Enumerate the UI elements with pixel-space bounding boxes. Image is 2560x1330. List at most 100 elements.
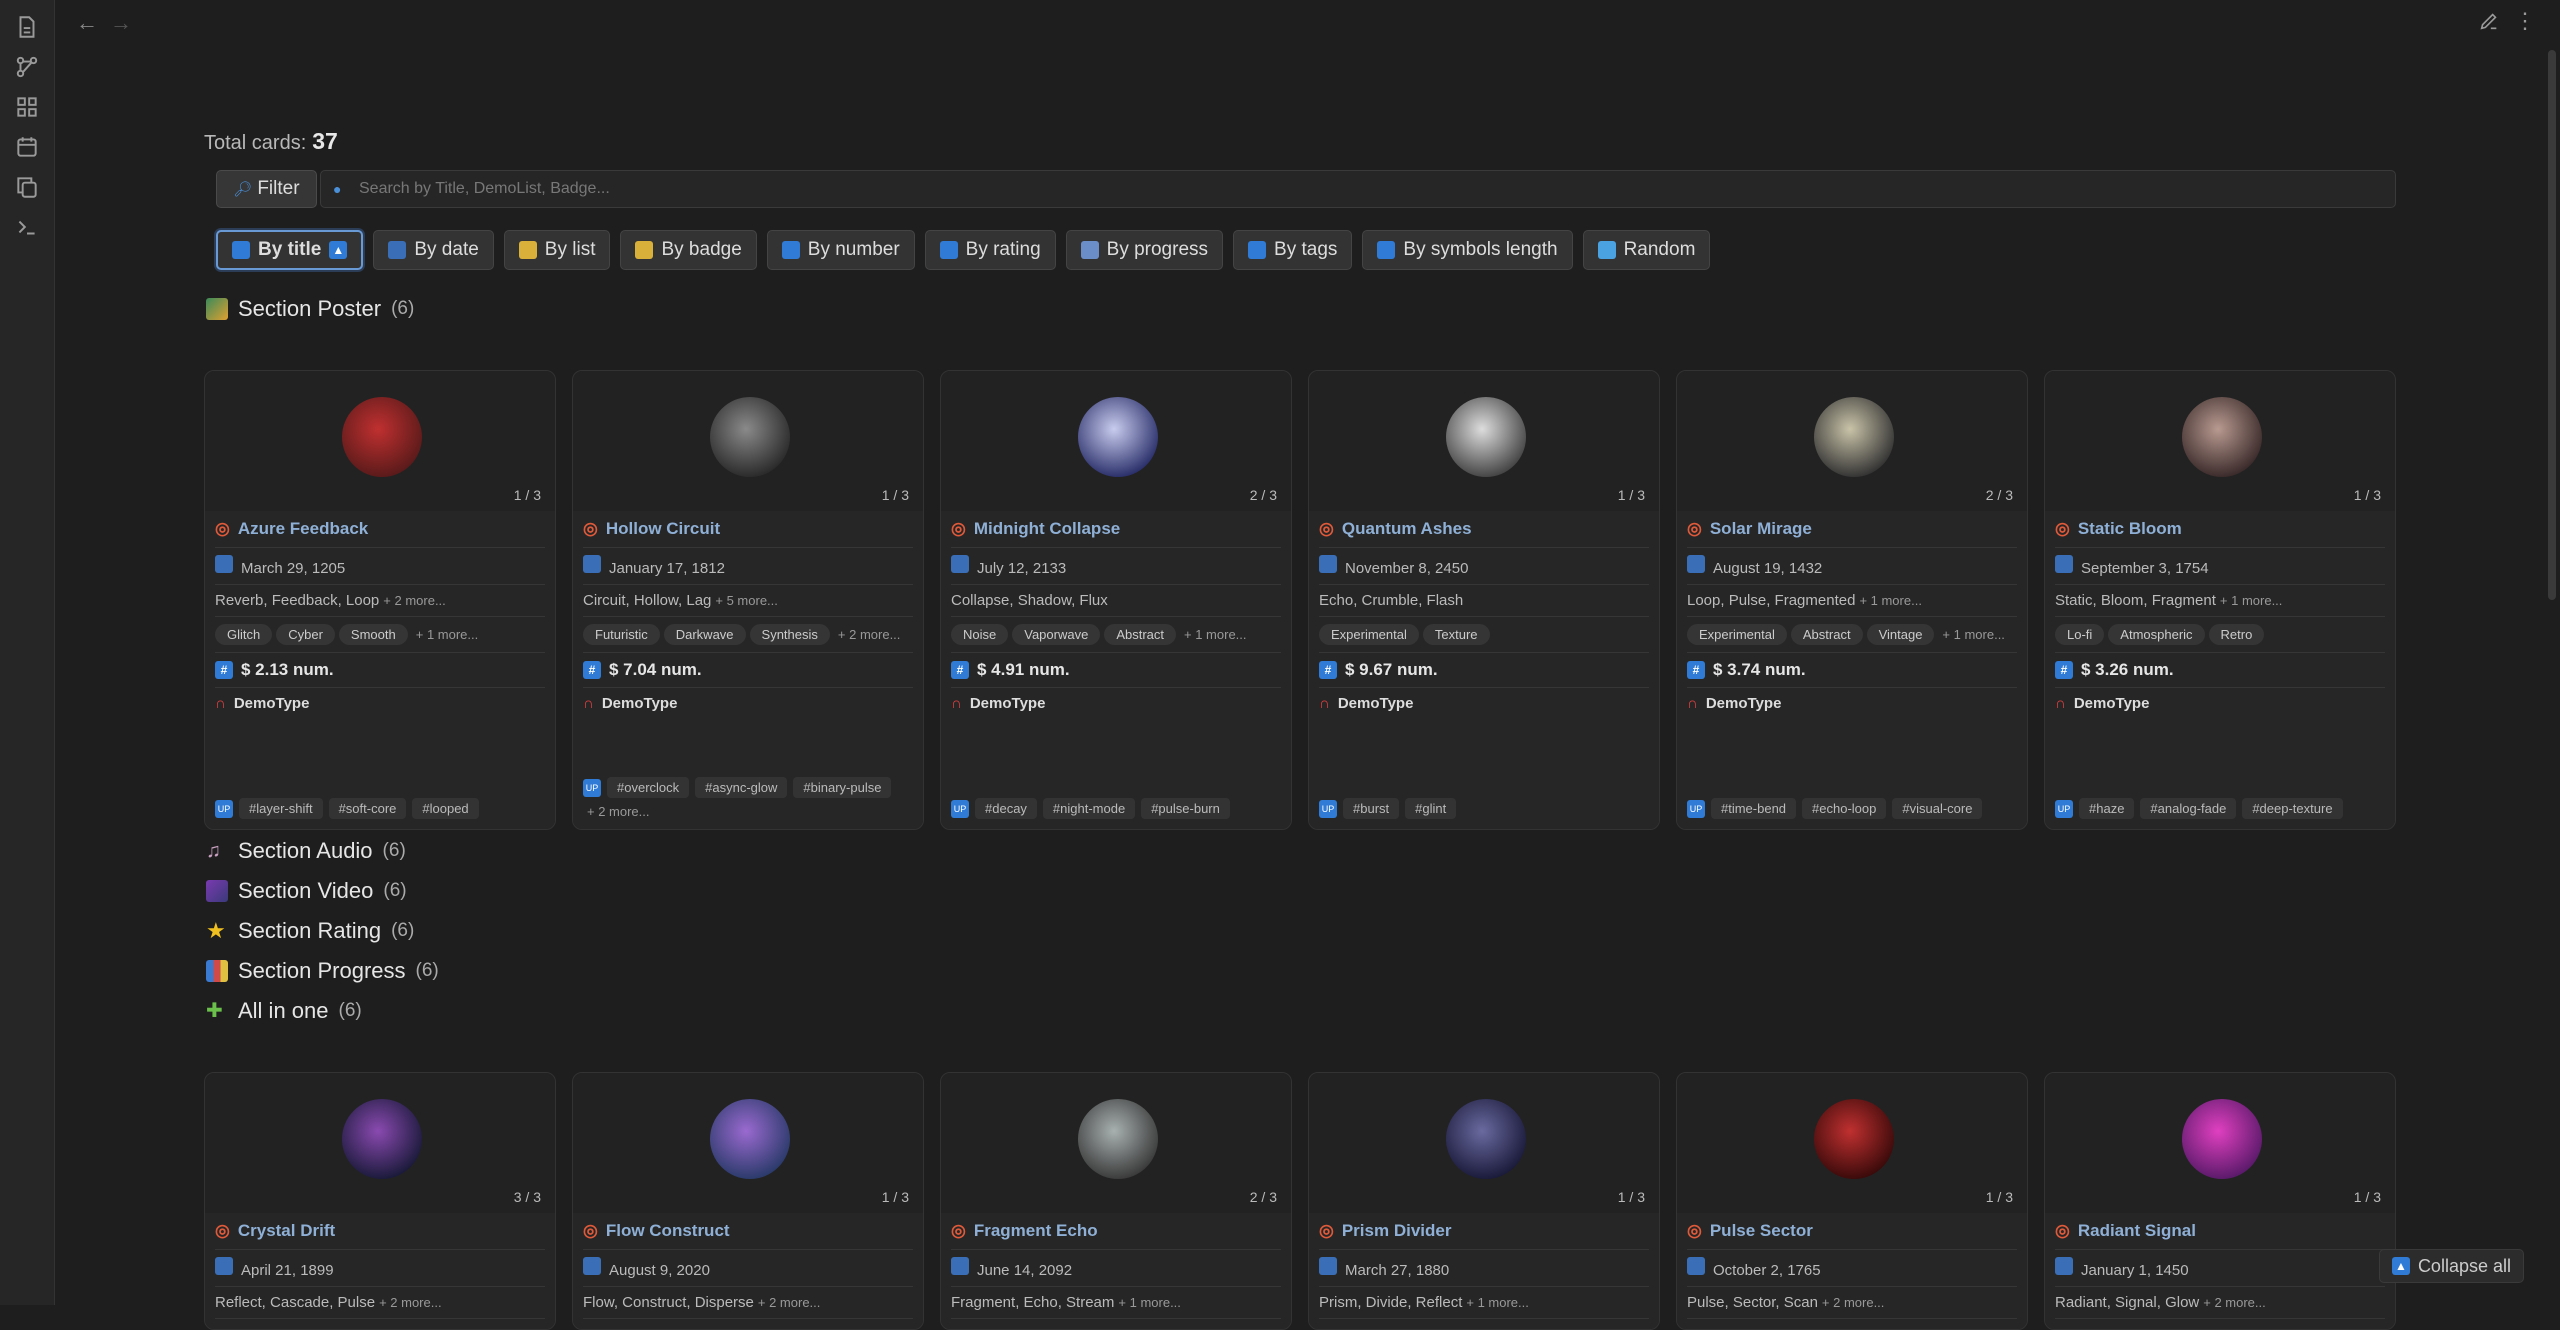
tag-chip[interactable]: #night-mode bbox=[1042, 798, 1136, 819]
list-more[interactable]: + 1 more... bbox=[1859, 593, 1922, 608]
tag-chip[interactable]: #pulse-burn bbox=[1141, 798, 1230, 819]
card-title[interactable]: ◎ Quantum Ashes bbox=[1319, 511, 1649, 548]
card-pager[interactable]: 3 / 3 bbox=[514, 1189, 541, 1205]
card[interactable]: 2 / 3 ◎ Solar Mirage August 19, 1432 Loop, P… bbox=[1676, 370, 2028, 830]
card[interactable]: 2 / 3 ◎ Fragment Echo June 14, 2092 Fragment… bbox=[940, 1072, 1292, 1330]
card-title[interactable]: ◎ Azure Feedback bbox=[215, 511, 545, 548]
sort-button[interactable]: By title ▲ bbox=[216, 230, 364, 270]
tag-chip[interactable]: #decay bbox=[975, 798, 1037, 819]
badge-pill[interactable]: Synthesis bbox=[749, 624, 830, 645]
card-title[interactable]: ◎ Pulse Sector bbox=[1687, 1213, 2017, 1250]
badges-more[interactable]: + 1 more... bbox=[1184, 627, 1247, 642]
card-title[interactable]: ◎ Fragment Echo bbox=[951, 1213, 1281, 1250]
badge-pill[interactable]: Vaporwave bbox=[1012, 624, 1101, 645]
card-pager[interactable]: 1 / 3 bbox=[514, 487, 541, 503]
card[interactable]: 1 / 3 ◎ Hollow Circuit January 17, 1812 Circ… bbox=[572, 370, 924, 830]
card[interactable]: 3 / 3 ◎ Crystal Drift April 21, 1899 Reflect… bbox=[204, 1072, 556, 1330]
tag-chip[interactable]: #layer-shift bbox=[239, 798, 323, 819]
card-pager[interactable]: 2 / 3 bbox=[1250, 1189, 1277, 1205]
tag-chip[interactable]: #overclock bbox=[607, 777, 690, 798]
list-more[interactable]: + 2 more... bbox=[379, 1295, 442, 1310]
tag-chip[interactable]: #time-bend bbox=[1711, 798, 1797, 819]
badge-pill[interactable]: Futuristic bbox=[583, 624, 660, 645]
card-pager[interactable]: 2 / 3 bbox=[1986, 487, 2013, 503]
tag-chip[interactable]: #burst bbox=[1343, 798, 1400, 819]
sort-button[interactable]: By rating bbox=[924, 230, 1056, 270]
list-more[interactable]: + 2 more... bbox=[758, 1295, 821, 1310]
tag-chip[interactable]: #async-glow bbox=[695, 777, 788, 798]
tag-chip[interactable]: #soft-core bbox=[328, 798, 407, 819]
files-icon[interactable] bbox=[14, 14, 40, 40]
card[interactable]: 1 / 3 ◎ Azure Feedback March 29, 1205 Reverb… bbox=[204, 370, 556, 830]
badge-pill[interactable]: Retro bbox=[2208, 624, 2265, 645]
badge-pill[interactable]: Abstract bbox=[1790, 624, 1863, 645]
card-title[interactable]: ◎ Static Bloom bbox=[2055, 511, 2385, 548]
card-title[interactable]: ◎ Flow Construct bbox=[583, 1213, 913, 1250]
tag-chip[interactable]: #analog-fade bbox=[2140, 798, 2237, 819]
sort-button[interactable]: By badge bbox=[620, 230, 757, 270]
section-video-header[interactable]: Section Video (6) bbox=[206, 878, 407, 904]
sort-button[interactable]: By tags bbox=[1233, 230, 1353, 270]
search-input[interactable]: ● Search by Title, DemoList, Badge... bbox=[320, 170, 2396, 208]
badge-pill[interactable]: Noise bbox=[951, 624, 1009, 645]
scrollbar[interactable] bbox=[2548, 50, 2556, 600]
card-pager[interactable]: 1 / 3 bbox=[1986, 1189, 2013, 1205]
filter-button[interactable]: 🔎︎ Filter bbox=[216, 170, 317, 208]
badge-pill[interactable]: Atmospheric bbox=[2108, 624, 2205, 645]
section-poster-header[interactable]: Section Poster (6) bbox=[206, 296, 414, 322]
tag-chip[interactable]: #looped bbox=[412, 798, 479, 819]
collapse-all-button[interactable]: ▲ Collapse all bbox=[2378, 1249, 2524, 1283]
tag-chip[interactable]: #haze bbox=[2079, 798, 2135, 819]
copy-icon[interactable] bbox=[14, 174, 40, 200]
badge-pill[interactable]: Vintage bbox=[1866, 624, 1935, 645]
graph-icon[interactable] bbox=[14, 54, 40, 80]
card-title[interactable]: ◎ Solar Mirage bbox=[1687, 511, 2017, 548]
tag-chip[interactable]: #deep-texture bbox=[2242, 798, 2343, 819]
card-pager[interactable]: 1 / 3 bbox=[2354, 1189, 2381, 1205]
edit-pencil-icon[interactable] bbox=[2478, 10, 2504, 36]
sort-button[interactable]: By date bbox=[373, 230, 494, 270]
back-arrow-icon[interactable]: ← bbox=[74, 10, 100, 36]
badge-pill[interactable]: Experimental bbox=[1687, 624, 1787, 645]
sort-button[interactable]: By progress bbox=[1065, 230, 1224, 270]
grid-icon[interactable] bbox=[14, 94, 40, 120]
sort-button[interactable]: By symbols length bbox=[1362, 230, 1573, 270]
card-title[interactable]: ◎ Prism Divider bbox=[1319, 1213, 1649, 1250]
list-more[interactable]: + 1 more... bbox=[1466, 1295, 1529, 1310]
badge-pill[interactable]: Experimental bbox=[1319, 624, 1419, 645]
sort-button[interactable]: By number bbox=[766, 230, 915, 270]
list-more[interactable]: + 2 more... bbox=[1822, 1295, 1885, 1310]
card-title[interactable]: ◎ Midnight Collapse bbox=[951, 511, 1281, 548]
list-more[interactable]: + 2 more... bbox=[2203, 1295, 2266, 1310]
forward-arrow-icon[interactable]: → bbox=[108, 10, 134, 36]
sort-button[interactable]: Random bbox=[1582, 230, 1711, 270]
card[interactable]: 1 / 3 ◎ Radiant Signal January 1, 1450 Radia… bbox=[2044, 1072, 2396, 1330]
badge-pill[interactable]: Glitch bbox=[215, 624, 273, 645]
card[interactable]: 1 / 3 ◎ Quantum Ashes November 8, 2450 Echo,… bbox=[1308, 370, 1660, 830]
tags-more[interactable]: + 2 more... bbox=[587, 804, 650, 819]
card-title[interactable]: ◎ Crystal Drift bbox=[215, 1213, 545, 1250]
more-options-icon[interactable]: ⋮ bbox=[2512, 10, 2538, 36]
card-pager[interactable]: 2 / 3 bbox=[1250, 487, 1277, 503]
card-pager[interactable]: 1 / 3 bbox=[1618, 487, 1645, 503]
card-pager[interactable]: 1 / 3 bbox=[882, 1189, 909, 1205]
badge-pill[interactable]: Darkwave bbox=[663, 624, 746, 645]
section-progress-header[interactable]: Section Progress (6) bbox=[206, 958, 439, 984]
card[interactable]: 1 / 3 ◎ Prism Divider March 27, 1880 Prism, … bbox=[1308, 1072, 1660, 1330]
sort-button[interactable]: By list bbox=[503, 230, 611, 270]
card-pager[interactable]: 1 / 3 bbox=[1618, 1189, 1645, 1205]
badge-pill[interactable]: Cyber bbox=[276, 624, 335, 645]
card-pager[interactable]: 1 / 3 bbox=[2354, 487, 2381, 503]
card[interactable]: 1 / 3 ◎ Static Bloom September 3, 1754 Stati… bbox=[2044, 370, 2396, 830]
tag-chip[interactable]: #binary-pulse bbox=[793, 777, 892, 798]
card[interactable]: 2 / 3 ◎ Midnight Collapse July 12, 2133 Coll… bbox=[940, 370, 1292, 830]
calendar-icon[interactable] bbox=[14, 134, 40, 160]
section-allinone-header[interactable]: ✚ All in one (6) bbox=[206, 998, 362, 1024]
list-more[interactable]: + 1 more... bbox=[2220, 593, 2283, 608]
card[interactable]: 1 / 3 ◎ Flow Construct August 9, 2020 Flow, … bbox=[572, 1072, 924, 1330]
badge-pill[interactable]: Lo-fi bbox=[2055, 624, 2105, 645]
section-audio-header[interactable]: ♫ Section Audio (6) bbox=[206, 838, 406, 864]
card-title[interactable]: ◎ Hollow Circuit bbox=[583, 511, 913, 548]
badges-more[interactable]: + 2 more... bbox=[838, 627, 901, 642]
badge-pill[interactable]: Texture bbox=[1422, 624, 1490, 645]
